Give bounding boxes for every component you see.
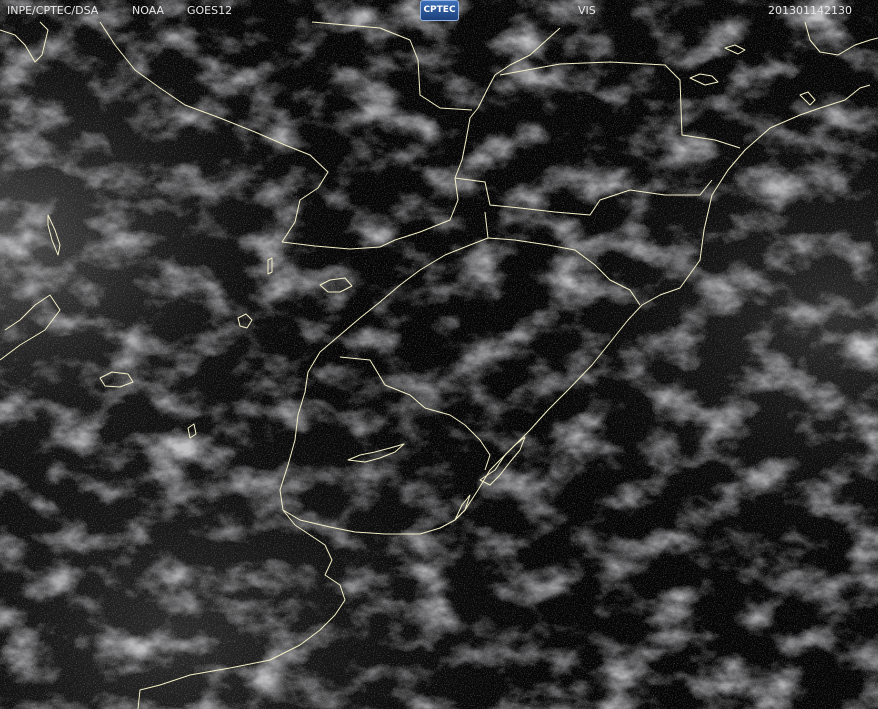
agency-label: NOAA (132, 4, 165, 17)
cloud-speckle (0, 0, 878, 709)
cptec-logo: CPTEC (420, 0, 459, 21)
satellite-label: GOES12 (187, 4, 233, 17)
satellite-image (0, 0, 878, 709)
timestamp-label: 201301142130 (768, 4, 852, 17)
organization-label: INPE/CPTEC/DSA (7, 4, 99, 17)
channel-label: VIS (578, 4, 596, 17)
